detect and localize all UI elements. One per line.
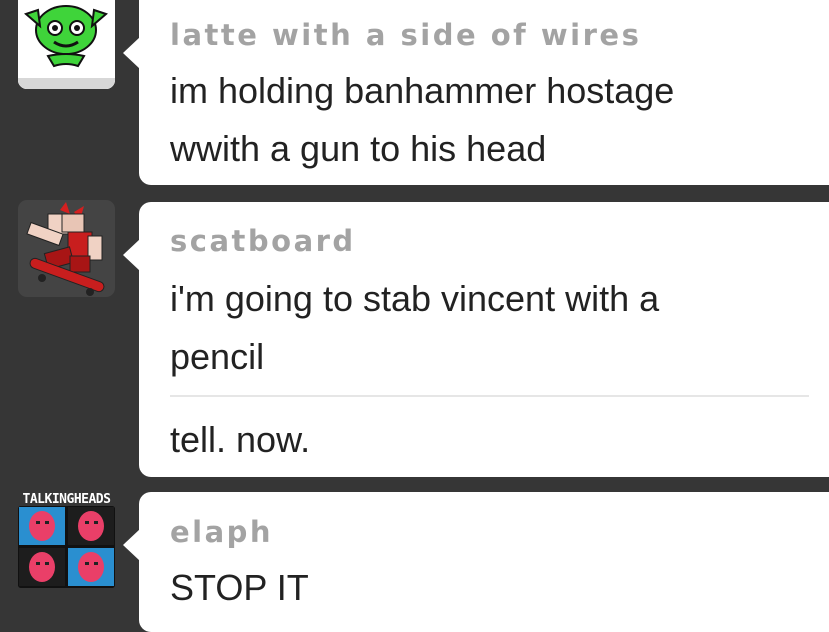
message-text-line: STOP IT: [170, 567, 309, 608]
message-bubble: latte with a side of wires im holding ba…: [123, 0, 829, 185]
message-username[interactable]: scatboard: [170, 224, 829, 258]
message-text-line: pencil: [170, 336, 265, 377]
message-bubble: elaph STOP IT: [123, 492, 829, 632]
bubble-pointer: [123, 239, 140, 271]
message-bubble: scatboard i'm going to stab vincent with…: [123, 202, 829, 477]
album-title-text: TALKINGHEADS: [22, 492, 111, 507]
message-username[interactable]: latte with a side of wires: [170, 18, 829, 52]
message-text-line: wwith a gun to his head: [170, 128, 547, 169]
bubble-pointer: [123, 37, 140, 69]
skateboarder-avatar-icon[interactable]: [18, 200, 115, 297]
message-text-line: im holding banhammer hostage: [170, 70, 675, 111]
talking-heads-album-avatar-icon[interactable]: [18, 506, 115, 588]
message-followup-text: tell. now.: [170, 419, 311, 460]
green-creature-avatar-icon[interactable]: [18, 0, 115, 89]
message-username[interactable]: elaph: [170, 515, 829, 549]
message-divider: [170, 395, 809, 397]
message-text-line: i'm going to stab vincent with a: [170, 278, 660, 319]
bubble-pointer: [123, 529, 140, 561]
